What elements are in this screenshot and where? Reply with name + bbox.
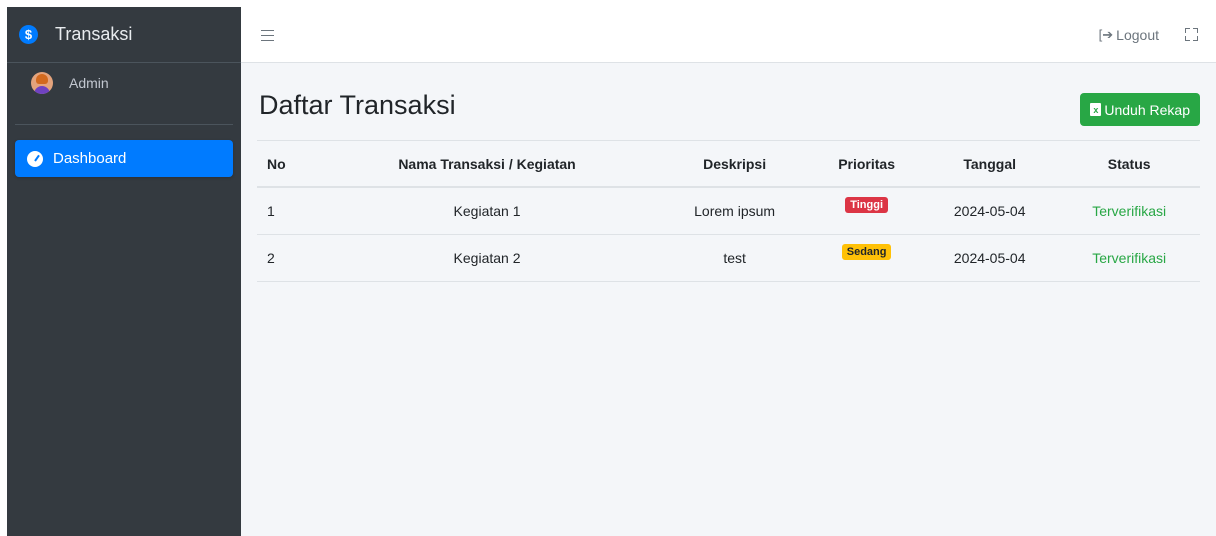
tachometer-icon — [27, 150, 43, 167]
brand-link[interactable]: $ Transaksi — [7, 7, 241, 63]
cell-tanggal: 2024-05-04 — [921, 234, 1059, 282]
sidebar: $ Transaksi Admin Dashboard — [7, 7, 241, 536]
sidebar-item-dashboard[interactable]: Dashboard — [15, 140, 233, 177]
brand-title: Transaksi — [55, 24, 133, 44]
menu-toggle-icon[interactable] — [261, 29, 277, 41]
user-panel[interactable]: Admin — [15, 63, 233, 125]
table-row[interactable]: 2 Kegiatan 2 test Sedang 2024-05-04 Terv… — [257, 234, 1200, 282]
page-header: Daftar Transaksi x Unduh Rekap — [257, 63, 1200, 141]
excel-file-icon: x — [1090, 103, 1102, 116]
topbar-right: [➔ Logout — [1099, 27, 1198, 43]
logout-label: Logout — [1116, 26, 1159, 43]
main-area: [➔ Logout Daftar Transaksi x Unduh Rekap… — [241, 7, 1216, 536]
column-header-tanggal[interactable]: Tanggal — [921, 141, 1059, 188]
cell-nama: Kegiatan 2 — [317, 234, 658, 282]
cell-no: 1 — [257, 187, 317, 235]
cell-tanggal: 2024-05-04 — [921, 187, 1059, 235]
cell-no: 2 — [257, 234, 317, 282]
dollar-logo-icon: $ — [19, 25, 38, 44]
transactions-table: No Nama Transaksi / Kegiatan Deskripsi P… — [257, 141, 1200, 282]
avatar — [31, 71, 53, 94]
page-title: Daftar Transaksi — [259, 90, 456, 120]
top-navbar: [➔ Logout — [241, 7, 1216, 63]
column-header-prioritas[interactable]: Prioritas — [812, 141, 922, 188]
logout-link[interactable]: [➔ Logout — [1099, 27, 1159, 43]
cell-nama: Kegiatan 1 — [317, 187, 658, 235]
column-header-nama[interactable]: Nama Transaksi / Kegiatan — [317, 141, 658, 188]
user-name: Admin — [69, 74, 109, 91]
cell-deskripsi: test — [657, 234, 813, 282]
cell-status: Terverifikasi — [1058, 187, 1200, 235]
cell-status: Terverifikasi — [1058, 234, 1200, 282]
fullscreen-expand-icon[interactable] — [1185, 28, 1198, 41]
cell-deskripsi: Lorem ipsum — [657, 187, 813, 235]
download-recap-button[interactable]: x Unduh Rekap — [1080, 93, 1200, 126]
priority-badge: Tinggi — [845, 196, 888, 213]
sidebar-nav: Dashboard — [7, 125, 241, 177]
download-button-label: Unduh Rekap — [1104, 101, 1190, 118]
column-header-deskripsi[interactable]: Deskripsi — [657, 141, 813, 188]
column-header-no[interactable]: No — [257, 141, 317, 188]
table-header-row: No Nama Transaksi / Kegiatan Deskripsi P… — [257, 141, 1200, 188]
cell-prioritas: Sedang — [812, 234, 922, 282]
sign-out-icon: [➔ — [1098, 26, 1114, 42]
sidebar-item-label: Dashboard — [53, 150, 127, 167]
table-row[interactable]: 1 Kegiatan 1 Lorem ipsum Tinggi 2024-05-… — [257, 187, 1200, 235]
content: Daftar Transaksi x Unduh Rekap No Nama T… — [241, 63, 1216, 282]
cell-prioritas: Tinggi — [812, 187, 922, 235]
app-frame: $ Transaksi Admin Dashboard [➔ Logout Da… — [7, 7, 1216, 536]
column-header-status[interactable]: Status — [1058, 141, 1200, 188]
priority-badge: Sedang — [841, 243, 892, 260]
